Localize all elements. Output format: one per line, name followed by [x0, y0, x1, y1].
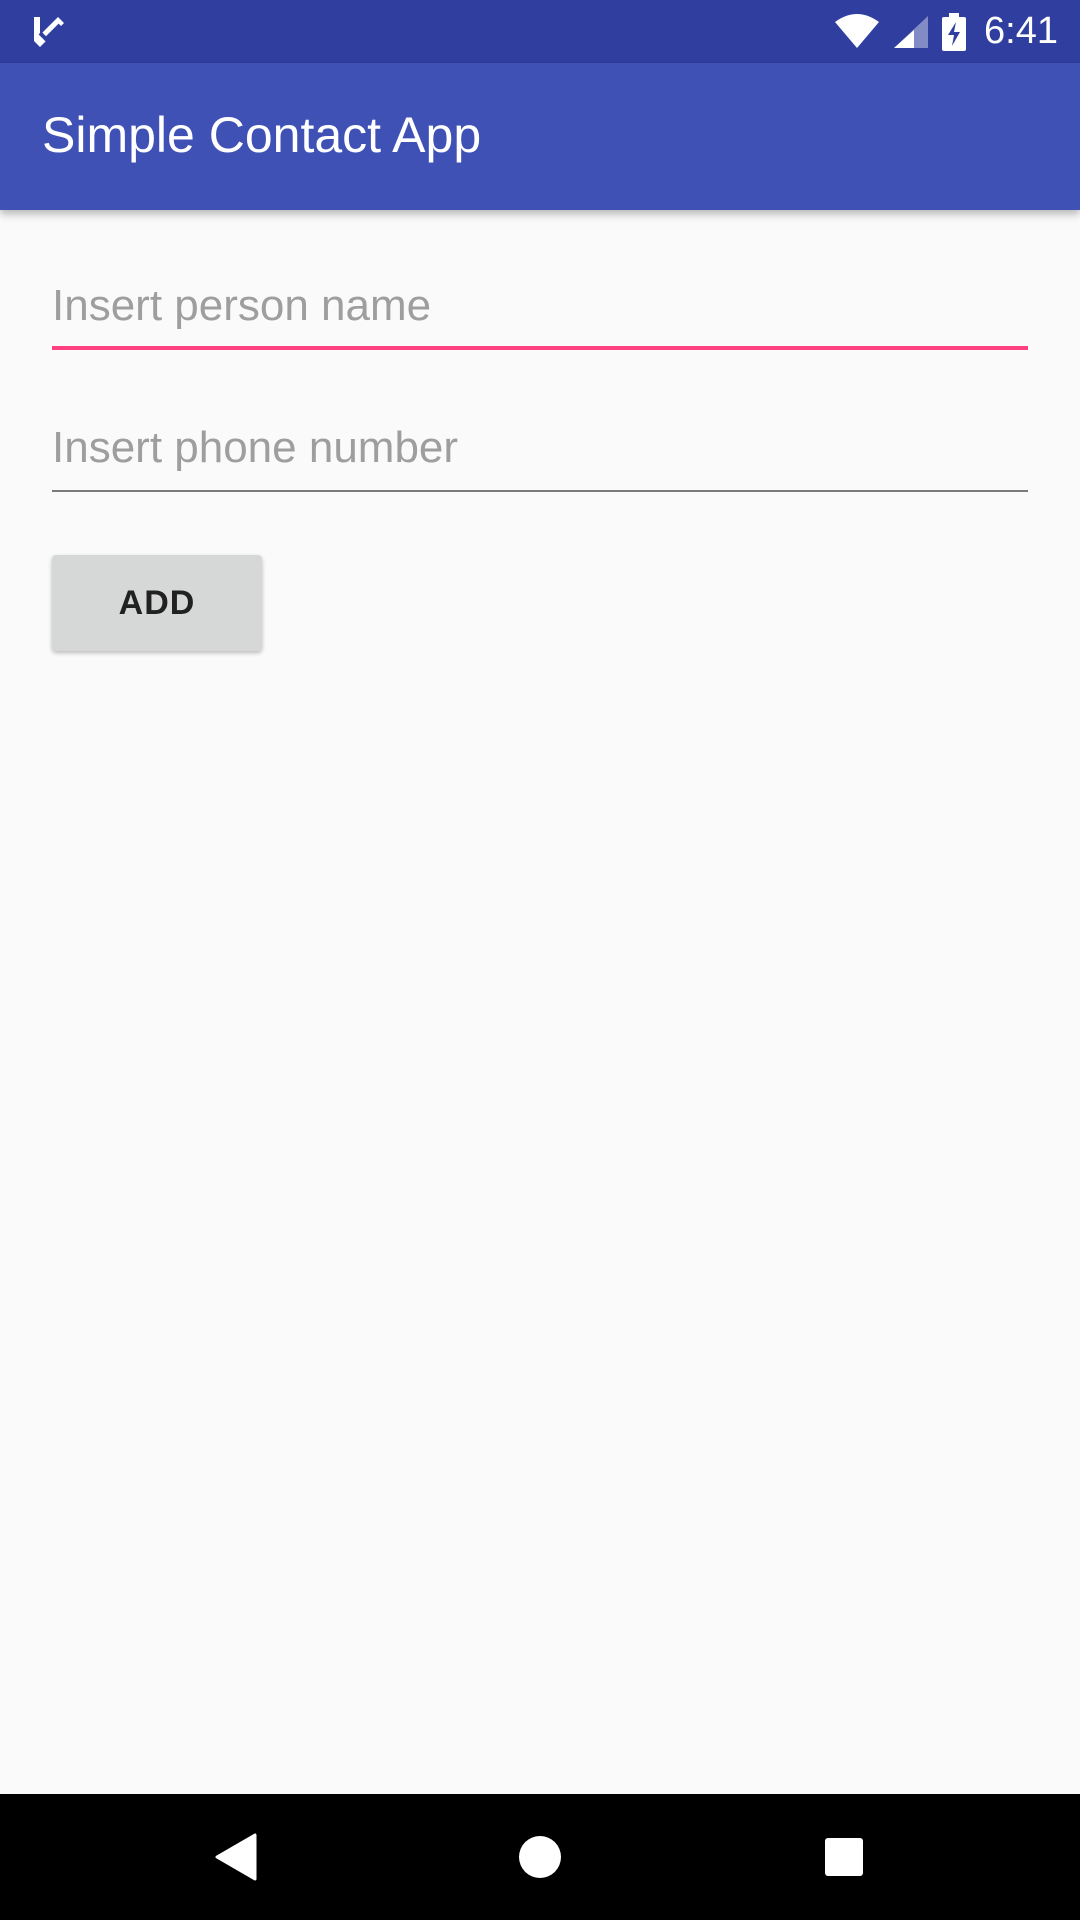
- person-name-underline: [52, 346, 1028, 350]
- phone-number-underline: [52, 490, 1028, 492]
- cell-signal-icon: [892, 14, 930, 50]
- app-title: Simple Contact App: [42, 107, 482, 163]
- back-icon[interactable]: [200, 1820, 274, 1894]
- notification-check-icon: [30, 13, 66, 49]
- recents-icon[interactable]: [807, 1820, 881, 1894]
- phone-number-input[interactable]: [52, 412, 1028, 484]
- person-name-field[interactable]: [52, 270, 1028, 350]
- app-bar: Simple Contact App: [0, 63, 1080, 210]
- status-icons: 6:41: [822, 0, 1058, 63]
- navigation-bar: [0, 1794, 1080, 1920]
- battery-charging-icon: [942, 12, 967, 51]
- person-name-input[interactable]: [52, 270, 1028, 342]
- add-button[interactable]: ADD: [52, 555, 262, 651]
- phone-number-field[interactable]: [52, 412, 1028, 492]
- wifi-icon: [834, 13, 880, 50]
- status-time: 6:41: [984, 10, 1058, 52]
- home-icon[interactable]: [503, 1820, 577, 1894]
- status-bar: 6:41: [0, 0, 1080, 63]
